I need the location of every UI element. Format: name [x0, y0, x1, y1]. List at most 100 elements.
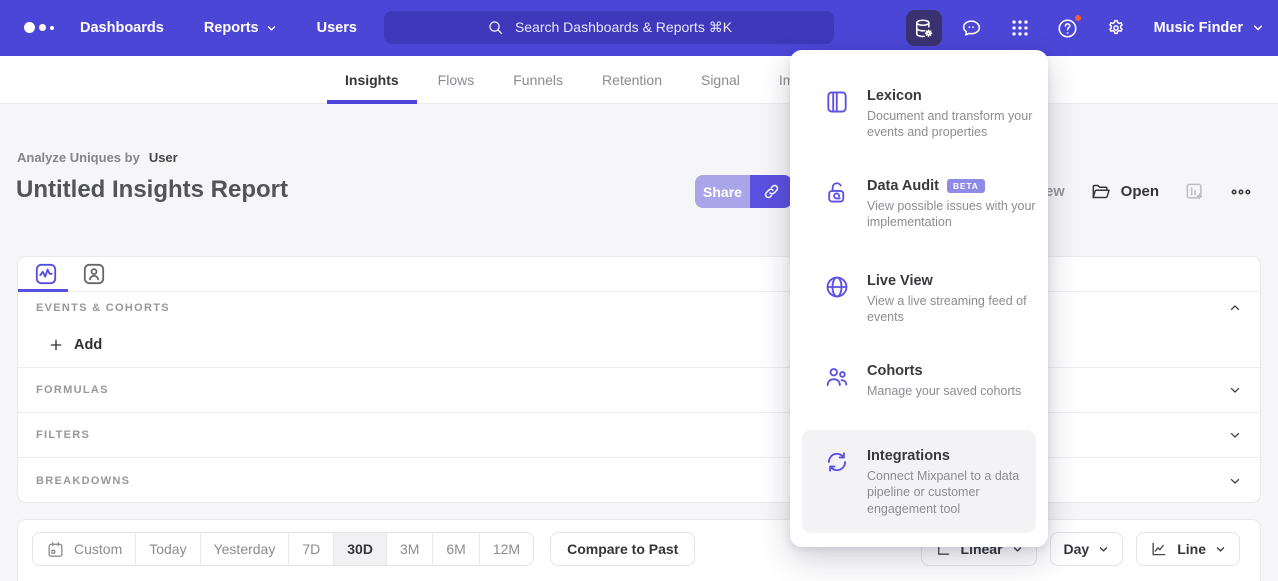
app-window: Dashboards Reports Users Search Dashboar…: [0, 0, 1278, 581]
date-segment-3m[interactable]: 3M: [387, 533, 433, 565]
events-metrics-tab[interactable]: [33, 261, 59, 287]
date-segment-30d[interactable]: 30D: [334, 533, 387, 565]
sync-arrows-icon: [824, 449, 850, 475]
share-split-button: Share: [695, 175, 792, 208]
link-icon: [762, 182, 781, 201]
page-title[interactable]: Untitled Insights Report: [16, 176, 288, 204]
copy-link-button[interactable]: [750, 175, 792, 208]
segment-label: 7D: [302, 541, 320, 557]
granularity-label: Day: [1064, 541, 1090, 557]
segment-label: 6M: [446, 541, 465, 557]
menu-item-data-audit[interactable]: Data Audit BETA View possible issues wit…: [790, 178, 1048, 231]
breakdowns-section-header[interactable]: BREAKDOWNS: [18, 458, 1260, 503]
chevron-down-icon: [1228, 428, 1242, 442]
settings-button[interactable]: [1098, 10, 1134, 46]
ellipsis-icon: [1230, 181, 1252, 203]
logo-dot: [24, 22, 35, 33]
segment-label: Yesterday: [214, 541, 276, 557]
active-builder-tab-underline: [18, 289, 68, 292]
nav-item-reports[interactable]: Reports: [204, 20, 277, 36]
context-value-user[interactable]: User: [149, 150, 178, 165]
chart-pulse-icon: [34, 262, 58, 286]
lexicon-book-icon: [824, 89, 850, 115]
logo-dot: [50, 26, 54, 30]
help-button[interactable]: [1050, 10, 1086, 46]
tab-funnels[interactable]: Funnels: [495, 56, 581, 103]
nav-links: Dashboards Reports Users: [80, 0, 357, 56]
mixpanel-logo[interactable]: [24, 22, 54, 33]
menu-item-text: Data Audit BETA View possible issues wit…: [867, 178, 1049, 231]
compare-to-past-button[interactable]: Compare to Past: [550, 532, 695, 566]
menu-item-description: Manage your saved cohorts: [867, 383, 1049, 399]
tab-label: Funnels: [513, 72, 563, 88]
grid-icon: [1009, 17, 1031, 39]
database-gear-icon: [912, 17, 935, 40]
add-event-button[interactable]: Add: [48, 337, 102, 353]
section-label: FILTERS: [36, 429, 90, 441]
search-input[interactable]: Search Dashboards & Reports ⌘K: [384, 11, 834, 44]
feedback-button[interactable]: [954, 10, 990, 46]
menu-item-live-view[interactable]: Live View View a live streaming feed of …: [790, 273, 1048, 326]
calendar-icon: [46, 540, 65, 559]
chart-toolbar-panel: Custom Today Yesterday 7D 30D 3M 6M 12M …: [17, 519, 1261, 581]
workspace-name: Music Finder: [1154, 20, 1243, 36]
date-segment-today[interactable]: Today: [136, 533, 200, 565]
nav-item-dashboards[interactable]: Dashboards: [80, 20, 164, 36]
events-add-row: Add: [18, 323, 1260, 368]
date-segment-12m[interactable]: 12M: [480, 533, 533, 565]
events-cohorts-section-header[interactable]: EVENTS & COHORTS: [18, 292, 1260, 323]
tab-signal[interactable]: Signal: [683, 56, 758, 103]
formulas-section-header[interactable]: FORMULAS: [18, 368, 1260, 413]
context-prefix: Analyze Uniques by: [17, 150, 140, 165]
workspace-selector[interactable]: Music Finder: [1154, 20, 1264, 36]
chevron-down-icon: [1228, 383, 1242, 397]
menu-item-text: Cohorts Manage your saved cohorts: [867, 363, 1049, 399]
menu-item-cohorts[interactable]: Cohorts Manage your saved cohorts: [790, 363, 1048, 399]
granularity-selector-button[interactable]: Day: [1050, 532, 1124, 566]
menu-item-title: Live View: [867, 273, 933, 289]
plus-icon: [48, 337, 64, 353]
menu-item-lexicon[interactable]: Lexicon Document and transform your even…: [790, 88, 1048, 141]
tab-label: Signal: [701, 72, 740, 88]
date-segment-6m[interactable]: 6M: [433, 533, 479, 565]
date-segment-custom[interactable]: Custom: [33, 533, 136, 565]
notification-dot: [1073, 13, 1083, 23]
nav-item-label: Dashboards: [80, 20, 164, 36]
users-group-icon: [824, 364, 850, 390]
chart-type-label: Line: [1177, 541, 1206, 557]
more-options-button[interactable]: [1230, 181, 1252, 203]
date-range-toolbar: Custom Today Yesterday 7D 30D 3M 6M 12M …: [32, 532, 695, 566]
menu-item-integrations[interactable]: Integrations Connect Mixpanel to a data …: [790, 448, 1048, 517]
line-chart-icon: [1150, 540, 1168, 558]
open-report-button[interactable]: Open: [1090, 181, 1159, 202]
data-management-dropdown: Lexicon Document and transform your even…: [790, 50, 1048, 547]
apps-grid-button[interactable]: [1002, 10, 1038, 46]
gear-icon: [1105, 17, 1127, 39]
data-audit-lock-icon: [824, 179, 850, 205]
nav-item-users[interactable]: Users: [317, 20, 357, 36]
analyze-context-line: Analyze Uniques by User: [17, 150, 178, 165]
add-label: Add: [74, 337, 102, 353]
menu-item-text: Lexicon Document and transform your even…: [867, 88, 1049, 141]
tab-label: Flows: [438, 72, 475, 88]
share-button[interactable]: Share: [695, 175, 750, 208]
segment-label: Today: [149, 541, 186, 557]
active-tab-underline: [327, 100, 417, 104]
add-to-board-button[interactable]: [1184, 181, 1205, 202]
date-segment-7d[interactable]: 7D: [289, 533, 334, 565]
user-profiles-tab[interactable]: [81, 261, 107, 287]
data-management-button[interactable]: [906, 10, 942, 46]
chart-type-selector-button[interactable]: Line: [1136, 532, 1240, 566]
logo-dot: [39, 24, 46, 31]
filters-section-header[interactable]: FILTERS: [18, 413, 1260, 458]
menu-item-description: View possible issues with your implement…: [867, 198, 1049, 231]
tab-insights[interactable]: Insights: [327, 56, 417, 103]
chat-bubble-icon: [960, 17, 983, 40]
menu-item-title: Data Audit: [867, 178, 939, 194]
tab-flows[interactable]: Flows: [420, 56, 493, 103]
builder-tabs: [18, 257, 1260, 292]
date-segment-yesterday[interactable]: Yesterday: [201, 533, 290, 565]
tab-retention[interactable]: Retention: [584, 56, 680, 103]
chevron-down-icon: [1228, 474, 1242, 488]
section-label: FORMULAS: [36, 384, 109, 396]
